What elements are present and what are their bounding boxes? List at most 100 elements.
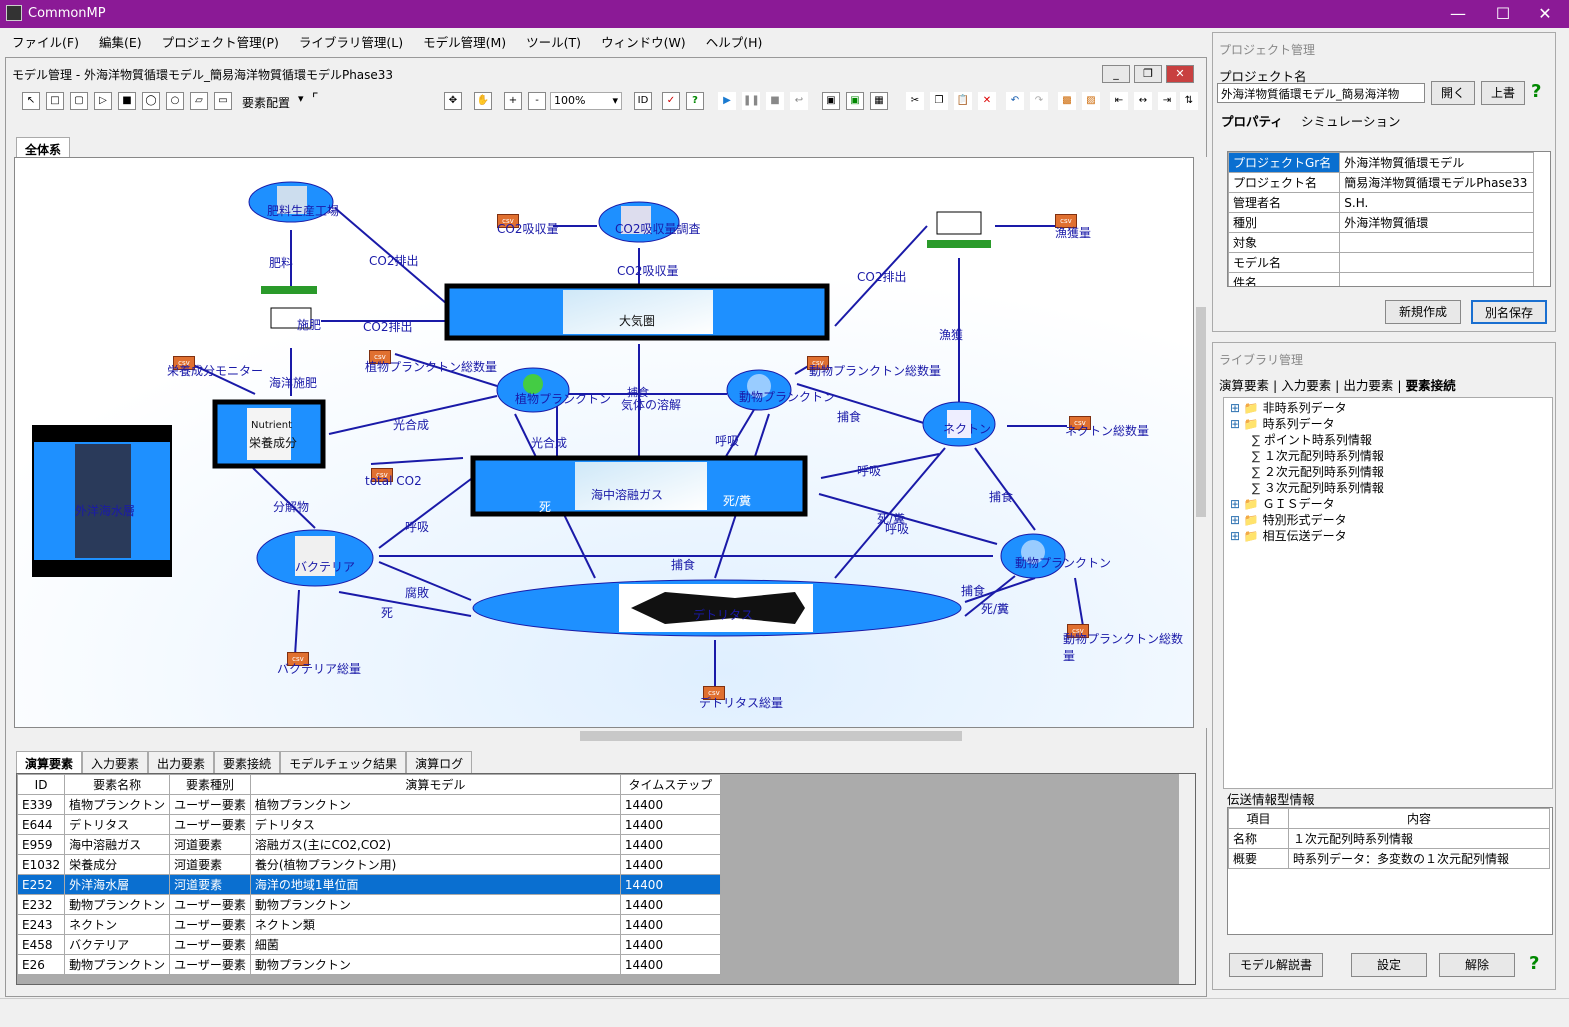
node-dissolved-gas[interactable]: 海中溶融ガス	[591, 486, 663, 503]
node-zoo[interactable]: 動物プランクトン	[739, 388, 835, 405]
project-name-select[interactable]: 外海洋物質循環モデル_簡易海洋物	[1217, 83, 1425, 103]
node-fert-ship[interactable]: 施肥	[297, 316, 321, 333]
tab-properties[interactable]: プロパティ	[1221, 111, 1283, 130]
lib-tab-connection[interactable]: 要素接続	[1406, 378, 1456, 393]
model-restore-icon[interactable]: ❐	[1134, 65, 1162, 83]
csv-phyto-total1[interactable]: 植物プランクトン総数量	[365, 358, 497, 375]
table-row[interactable]: E1032 栄養成分 河道要素 養分(植物プランクトン用) 14400	[17, 854, 721, 875]
tree-item[interactable]: ∑ ２次元配列時系列情報	[1226, 464, 1550, 480]
help-icon[interactable]: ?	[1531, 81, 1541, 102]
layout-dropdown[interactable]: 要素配置	[242, 94, 290, 111]
csv-bacteria-total[interactable]: バクテリア総量	[277, 660, 361, 677]
align-right-icon[interactable]: ⇥	[1158, 92, 1176, 110]
circle-tool-icon[interactable]: ○	[166, 92, 184, 110]
maximize-icon[interactable]: ☐	[1480, 0, 1526, 28]
fit-selection-icon[interactable]: ▣	[846, 92, 864, 110]
pointer-tool-icon[interactable]: ↖	[22, 92, 40, 110]
property-row[interactable]: 件名	[1228, 272, 1534, 286]
csv-co2-absorb[interactable]: CO2吸収量	[497, 220, 558, 237]
table-row[interactable]: E232 動物プランクトン ユーザー要素 動物プランクトン 14400	[17, 894, 721, 915]
csv-total-co2[interactable]: total CO2	[365, 474, 422, 488]
zoom-out-icon[interactable]: -	[528, 92, 546, 110]
triangle-tool-icon[interactable]: ▷	[94, 92, 112, 110]
copy-icon[interactable]: ❐	[930, 92, 948, 110]
menu-help[interactable]: ヘルプ(H)	[694, 28, 771, 51]
close-icon[interactable]: ✕	[1522, 0, 1568, 28]
tab-output-elements[interactable]: 出力要素	[148, 751, 215, 775]
property-row[interactable]: プロジェクトGr名 外海洋物質循環モデル	[1228, 152, 1534, 173]
node-fertilizer-factory[interactable]: 肥料生産工場	[267, 202, 339, 219]
tree-item[interactable]: ∑ １次元配列時系列情報	[1226, 448, 1550, 464]
tree-item[interactable]: ∑ ポイント時系列情報	[1226, 432, 1550, 448]
tab-calc-elements[interactable]: 演算要素	[16, 751, 83, 775]
tab-calc-log[interactable]: 演算ログ	[406, 751, 473, 775]
tree-item[interactable]: ∑ ３次元配列時系列情報	[1226, 480, 1550, 496]
tab-simulation[interactable]: シミュレーション	[1301, 111, 1401, 130]
tree-item[interactable]: ⊞ 📁 非時系列データ	[1226, 400, 1550, 416]
align-center-icon[interactable]: ↔	[1134, 92, 1152, 110]
send-back-icon[interactable]: ▨	[1082, 92, 1100, 110]
help-icon[interactable]: ?	[686, 92, 704, 110]
stop-icon[interactable]: ■	[766, 92, 784, 110]
tab-model-check[interactable]: モデルチェック結果	[280, 751, 407, 775]
align-icon[interactable]: ▦	[870, 92, 888, 110]
table-row[interactable]: E26 動物プランクトン ユーザー要素 動物プランクトン 14400	[17, 954, 721, 975]
canvas-hscrollbar[interactable]	[14, 728, 1194, 744]
check-icon[interactable]: ✓	[662, 92, 680, 110]
col-timestep[interactable]: タイムステップ	[619, 774, 721, 795]
minimize-icon[interactable]: —	[1435, 0, 1481, 28]
node-phyto[interactable]: 植物プランクトン	[515, 390, 611, 407]
menu-library[interactable]: ライブラリ管理(L)	[287, 28, 411, 51]
zoom-select[interactable]: 100% ▾	[550, 92, 622, 110]
pause-icon[interactable]: ❚❚	[742, 92, 760, 110]
node-nekton[interactable]: ネクトン	[943, 420, 991, 437]
hand-tool-icon[interactable]: ✋	[474, 92, 492, 110]
rect-tool-icon[interactable]: □	[46, 92, 64, 110]
property-row[interactable]: 種別 外海洋物質循環	[1228, 212, 1534, 233]
fit-icon[interactable]: ▣	[822, 92, 840, 110]
node-co2-survey[interactable]: CO2吸収量調査	[615, 220, 700, 237]
canvas-hscroll-thumb[interactable]	[580, 731, 962, 741]
help-icon[interactable]: ?	[1529, 953, 1539, 974]
open-button[interactable]: 開く	[1431, 81, 1475, 105]
set-button[interactable]: 設定	[1351, 953, 1427, 977]
node-bacteria[interactable]: バクテリア	[295, 558, 355, 575]
tree-item[interactable]: ⊞ 📁 ＧＩＳデータ	[1226, 496, 1550, 512]
bring-front-icon[interactable]: ▩	[1058, 92, 1076, 110]
lib-tab-input[interactable]: 入力要素	[1281, 378, 1331, 393]
connector-tool-icon[interactable]: ⌜	[312, 91, 319, 107]
zoom-in-icon[interactable]: +	[504, 92, 522, 110]
node-nutrient[interactable]: 栄養成分	[249, 434, 297, 451]
table-row[interactable]: E339 植物プランクトン ユーザー要素 植物プランクトン 14400	[17, 794, 721, 815]
col-type[interactable]: 要素種別	[169, 774, 251, 795]
canvas-vscrollbar[interactable]	[1194, 157, 1208, 728]
csv-zoo-total1[interactable]: 動物プランクトン総数量	[809, 362, 941, 379]
col-model[interactable]: 演算モデル	[249, 774, 621, 795]
cut-icon[interactable]: ✂	[906, 92, 924, 110]
lib-tab-output[interactable]: 出力要素	[1343, 378, 1393, 393]
node-atmosphere[interactable]: 大気圏	[619, 312, 655, 329]
move-tool-icon[interactable]: ✥	[444, 92, 462, 110]
table-row[interactable]: E252 外洋海水層 河道要素 海洋の地域1単位面 14400	[17, 874, 721, 895]
csv-zoo-total2[interactable]: 動物プランクトン総数量	[1063, 630, 1193, 664]
node-outer-water[interactable]: 外洋海水層	[75, 502, 135, 519]
rect2-tool-icon[interactable]: ▢	[70, 92, 88, 110]
property-row[interactable]: 管理者名 S.H.	[1228, 192, 1534, 213]
node-detritus[interactable]: デトリタス	[693, 606, 753, 623]
filled-rect-tool-icon[interactable]: ■	[118, 92, 136, 110]
model-close-icon[interactable]: ✕	[1166, 65, 1194, 83]
model-doc-button[interactable]: モデル解説書	[1229, 953, 1323, 977]
fishing-ship-icon[interactable]	[936, 211, 982, 235]
ellipse-tool-icon[interactable]: ◯	[142, 92, 160, 110]
redo-icon[interactable]: ↷	[1030, 92, 1048, 110]
col-id[interactable]: ID	[17, 774, 66, 795]
menu-project[interactable]: プロジェクト管理(P)	[150, 28, 287, 51]
csv-catch[interactable]: 漁獲量	[1055, 224, 1091, 241]
csv-nutrient-monitor[interactable]: 栄養成分モニター	[167, 362, 263, 379]
property-row[interactable]: モデル名	[1228, 252, 1534, 273]
table-row[interactable]: E458 バクテリア ユーザー要素 細菌 14400	[17, 934, 721, 955]
undo-icon[interactable]: ↶	[1006, 92, 1024, 110]
canvas-vscroll-thumb[interactable]	[1196, 307, 1206, 517]
menu-model[interactable]: モデル管理(M)	[411, 28, 514, 51]
distribute-icon[interactable]: ⇅	[1180, 92, 1198, 110]
